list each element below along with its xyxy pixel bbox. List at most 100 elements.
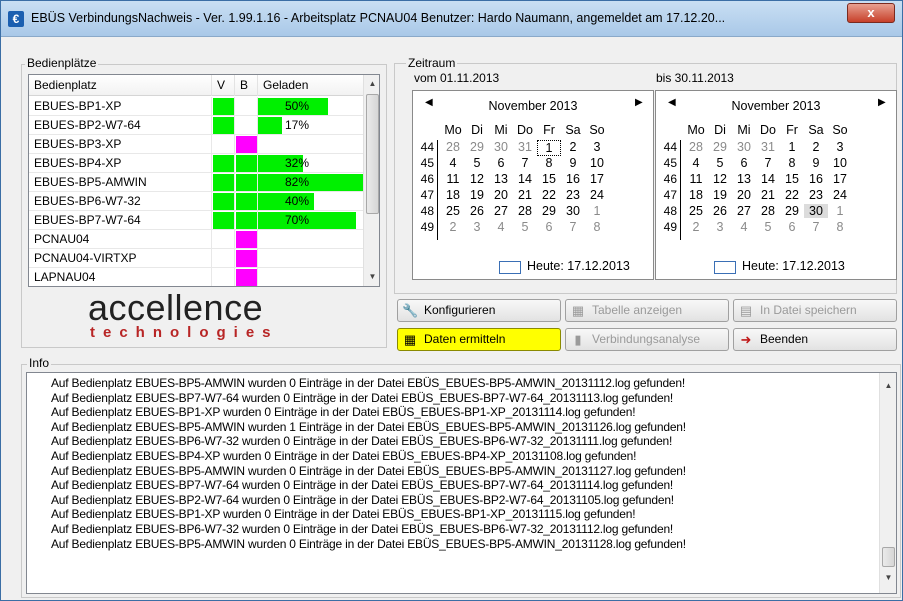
calendar-day[interactable]: 7 — [804, 220, 828, 234]
column-header-geladen[interactable]: Geladen — [258, 75, 363, 96]
table-row[interactable]: EBUES-BP3-XP — [29, 135, 363, 154]
calendar-day[interactable]: 23 — [804, 188, 828, 202]
info-scroll-down-arrow-icon[interactable]: ▼ — [880, 569, 896, 586]
calendar-day[interactable]: 22 — [537, 188, 561, 202]
calendar-day[interactable]: 4 — [489, 220, 513, 234]
calendar-day[interactable]: 26 — [708, 204, 732, 218]
calendar-day[interactable]: 29 — [708, 140, 732, 154]
calendar-day[interactable]: 12 — [708, 172, 732, 186]
bis-calendar[interactable]: ◀ November 2013 ▶ Mo Di Mi Do Fr Sa So 44 28 29 30 31 1… — [655, 90, 897, 280]
calendar-day[interactable]: 1 — [828, 204, 852, 218]
table-row[interactable]: EBUES-BP5-AMWIN 82% — [29, 173, 373, 192]
scroll-down-arrow-icon[interactable]: ▼ — [364, 268, 379, 285]
calendar-day[interactable]: 6 — [537, 220, 561, 234]
calendar-day[interactable]: 30 — [732, 140, 756, 154]
close-button[interactable]: x — [847, 3, 895, 23]
column-header-bedienplatz[interactable]: Bedienplatz — [29, 75, 212, 96]
calendar-day[interactable]: 28 — [513, 204, 537, 218]
calendar-day[interactable]: 1 — [537, 140, 561, 156]
calendar-day[interactable]: 5 — [708, 156, 732, 170]
calendar-day[interactable]: 19 — [465, 188, 489, 202]
calendar-day[interactable]: 10 — [828, 156, 852, 170]
calendar-day[interactable]: 2 — [561, 140, 585, 154]
calendar-day[interactable]: 20 — [489, 188, 513, 202]
calendar-day[interactable]: 4 — [684, 156, 708, 170]
daten-ermitteln-button[interactable]: ▦ Daten ermitteln — [397, 328, 561, 351]
table-row[interactable]: LAPNAU04 — [29, 268, 363, 286]
beenden-button[interactable]: ➜ Beenden — [733, 328, 897, 351]
konfigurieren-button[interactable]: 🔧 Konfigurieren — [397, 299, 561, 322]
calendar-day[interactable]: 18 — [684, 188, 708, 202]
calendar-month-title[interactable]: November 2013 — [656, 99, 896, 113]
today-label[interactable]: Heute: 17.12.2013 — [742, 259, 845, 273]
calendar-day[interactable]: 28 — [441, 140, 465, 154]
calendar-day[interactable]: 25 — [684, 204, 708, 218]
calendar-day[interactable]: 31 — [513, 140, 537, 154]
column-header-v[interactable]: V — [212, 75, 235, 96]
calendar-day[interactable]: 13 — [732, 172, 756, 186]
calendar-day[interactable]: 11 — [684, 172, 708, 186]
calendar-day[interactable]: 2 — [441, 220, 465, 234]
table-row[interactable]: EBUES-BP2-W7-64 17% — [29, 116, 363, 135]
column-header-b[interactable]: B — [235, 75, 258, 96]
calendar-day[interactable]: 27 — [732, 204, 756, 218]
calendar-day[interactable]: 21 — [756, 188, 780, 202]
calendar-month-title[interactable]: November 2013 — [413, 99, 653, 113]
table-row[interactable]: EBUES-BP1-XP 50% — [29, 97, 363, 116]
info-log[interactable]: Auf Bedienplatz EBUES-BP5-AMWIN wurden 0… — [26, 372, 897, 594]
info-scrollbar[interactable]: ▲ ▼ — [879, 373, 896, 593]
calendar-day[interactable]: 24 — [585, 188, 609, 202]
calendar-day[interactable]: 1 — [780, 140, 804, 154]
calendar-day[interactable]: 21 — [513, 188, 537, 202]
calendar-day[interactable]: 12 — [465, 172, 489, 186]
calendar-day[interactable]: 30 — [489, 140, 513, 154]
calendar-day[interactable]: 29 — [465, 140, 489, 154]
today-label[interactable]: Heute: 17.12.2013 — [527, 259, 630, 273]
calendar-day[interactable]: 7 — [756, 156, 780, 170]
next-month-arrow-icon[interactable]: ▶ — [635, 97, 643, 108]
calendar-day[interactable]: 24 — [828, 188, 852, 202]
calendar-day[interactable]: 6 — [732, 156, 756, 170]
calendar-day[interactable]: 8 — [828, 220, 852, 234]
calendar-day[interactable]: 17 — [585, 172, 609, 186]
calendar-day[interactable]: 31 — [756, 140, 780, 154]
calendar-day[interactable]: 27 — [489, 204, 513, 218]
calendar-day[interactable]: 17 — [828, 172, 852, 186]
calendar-day[interactable]: 9 — [561, 156, 585, 170]
calendar-day[interactable]: 22 — [780, 188, 804, 202]
calendar-day[interactable]: 29 — [537, 204, 561, 218]
calendar-day[interactable]: 8 — [537, 156, 561, 170]
calendar-day[interactable]: 3 — [465, 220, 489, 234]
info-scroll-thumb[interactable] — [882, 547, 895, 567]
calendar-day[interactable]: 9 — [804, 156, 828, 170]
calendar-day[interactable]: 29 — [780, 204, 804, 218]
calendar-day[interactable]: 6 — [780, 220, 804, 234]
calendar-day[interactable]: 14 — [513, 172, 537, 186]
info-scroll-up-arrow-icon[interactable]: ▲ — [880, 377, 896, 394]
calendar-day[interactable]: 19 — [708, 188, 732, 202]
verbindungsanalyse-button[interactable]: ▮ Verbindungsanalyse — [565, 328, 729, 351]
title-bar[interactable]: € EBÜS VerbindungsNachweis - Ver. 1.99.1… — [1, 1, 902, 37]
calendar-day[interactable]: 4 — [441, 156, 465, 170]
calendar-day[interactable]: 2 — [684, 220, 708, 234]
scroll-thumb[interactable] — [366, 94, 379, 214]
calendar-day[interactable]: 26 — [465, 204, 489, 218]
calendar-day[interactable]: 8 — [585, 220, 609, 234]
calendar-day[interactable]: 15 — [537, 172, 561, 186]
calendar-day[interactable]: 3 — [828, 140, 852, 154]
calendar-day[interactable]: 20 — [732, 188, 756, 202]
calendar-day[interactable]: 5 — [513, 220, 537, 234]
calendar-day[interactable]: 23 — [561, 188, 585, 202]
calendar-day[interactable]: 16 — [804, 172, 828, 186]
calendar-day[interactable]: 28 — [756, 204, 780, 218]
table-row[interactable]: PCNAU04 — [29, 230, 363, 249]
von-calendar[interactable]: ◀ November 2013 ▶ Mo Di Mi Do Fr Sa So 44 28 29 30 31 1… — [412, 90, 654, 280]
table-row[interactable]: EBUES-BP4-XP 32% — [29, 154, 363, 173]
calendar-day[interactable]: 5 — [465, 156, 489, 170]
calendar-day[interactable]: 15 — [780, 172, 804, 186]
calendar-day[interactable]: 6 — [489, 156, 513, 170]
in-datei-speichern-button[interactable]: ▤ In Datei speichern — [733, 299, 897, 322]
calendar-day[interactable]: 28 — [684, 140, 708, 154]
calendar-day[interactable]: 8 — [780, 156, 804, 170]
calendar-day[interactable]: 30 — [804, 204, 828, 218]
